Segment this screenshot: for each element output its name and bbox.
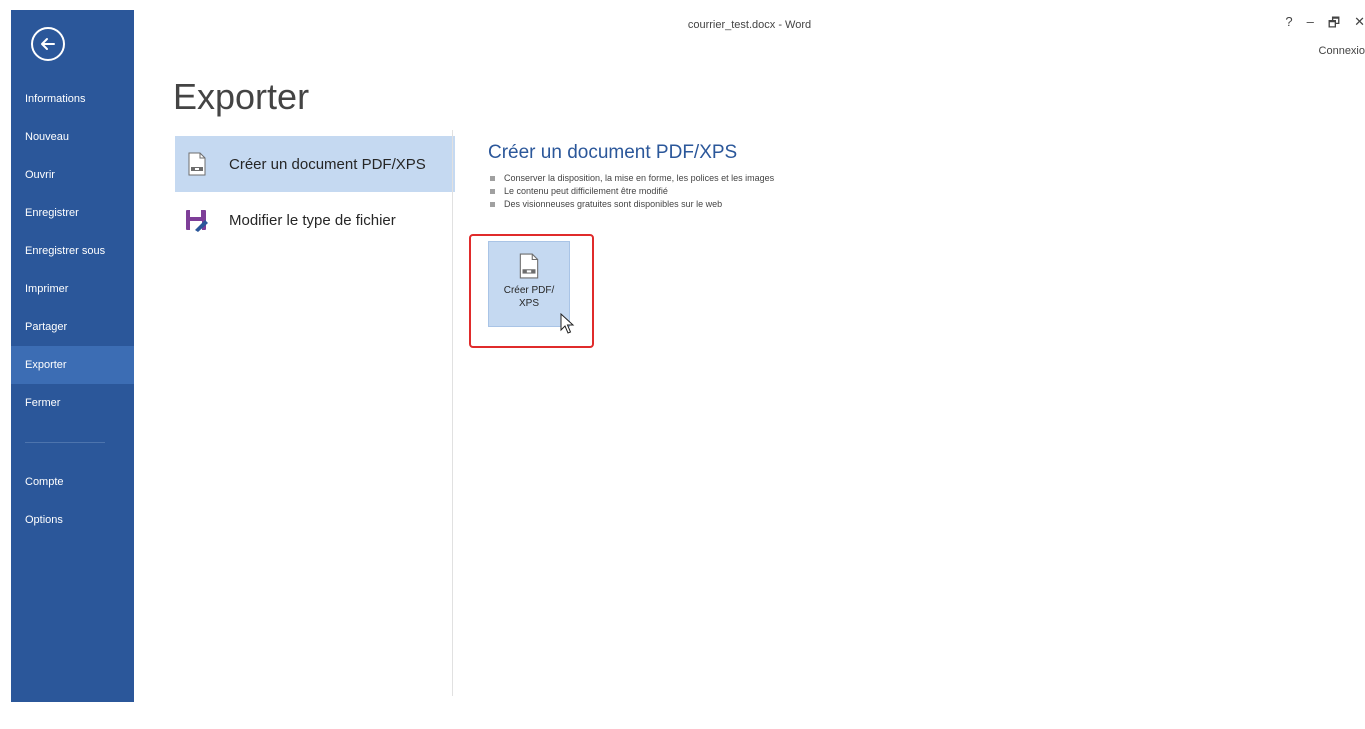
sidebar-item-exporter[interactable]: Exporter — [11, 346, 134, 384]
panel-divider — [452, 130, 453, 696]
option-label: Modifier le type de fichier — [229, 211, 396, 229]
sidebar-item-informations[interactable]: Informations — [11, 80, 134, 118]
export-options-list: Créer un document PDF/XPS Modifier le ty… — [175, 136, 455, 248]
restore-button[interactable]: 🗗 — [1328, 14, 1340, 36]
option-label: Créer un document PDF/XPS — [229, 155, 426, 173]
sidebar-item-partager[interactable]: Partager — [11, 308, 134, 346]
sidebar-item-ouvrir[interactable]: Ouvrir — [11, 156, 134, 194]
window-title: courrier_test.docx - Word — [687, 19, 812, 31]
sidebar-item-nouveau[interactable]: Nouveau — [11, 118, 134, 156]
mouse-pointer-icon — [560, 313, 575, 334]
bullet-item: Conserver la disposition, la mise en for… — [488, 172, 774, 185]
pdf-document-icon — [185, 151, 209, 177]
window-controls: ? – 🗗 ✕ — [1285, 14, 1365, 36]
bullet-item: Des visionneuses gratuites sont disponib… — [488, 198, 774, 211]
pdf-document-icon — [519, 253, 539, 279]
back-button[interactable] — [31, 27, 65, 61]
back-arrow-icon — [41, 38, 55, 50]
create-pdf-xps-button[interactable]: Créer PDF/ XPS — [488, 241, 570, 327]
word-backstage-window: Informations Nouveau Ouvrir Enregistrer … — [11, 10, 1365, 702]
sidebar-nav: Informations Nouveau Ouvrir Enregistrer … — [11, 80, 134, 539]
sidebar-item-enregistrer[interactable]: Enregistrer — [11, 194, 134, 232]
option-change-file-type[interactable]: Modifier le type de fichier — [175, 192, 455, 248]
create-button-label: Créer PDF/ XPS — [503, 285, 555, 309]
sidebar-item-options[interactable]: Options — [11, 501, 134, 539]
change-file-type-icon — [185, 207, 209, 233]
detail-bullets: Conserver la disposition, la mise en for… — [488, 172, 774, 211]
bullet-item: Le contenu peut difficilement être modif… — [488, 185, 774, 198]
sidebar-divider — [25, 442, 105, 443]
sidebar-item-fermer[interactable]: Fermer — [11, 384, 134, 422]
help-button[interactable]: ? — [1285, 14, 1292, 36]
detail-heading: Créer un document PDF/XPS — [488, 142, 738, 163]
detail-panel: Créer un document PDF/XPS Conserver la d… — [488, 142, 774, 211]
page-title: Exporter — [173, 76, 310, 117]
sidebar-item-imprimer[interactable]: Imprimer — [11, 270, 134, 308]
option-create-pdf-xps[interactable]: Créer un document PDF/XPS — [175, 136, 455, 192]
minimize-button[interactable]: – — [1307, 14, 1314, 36]
signin-link[interactable]: Connexio — [1319, 45, 1365, 57]
sidebar-item-compte[interactable]: Compte — [11, 463, 134, 501]
backstage-sidebar: Informations Nouveau Ouvrir Enregistrer … — [11, 10, 134, 702]
sidebar-item-enregistrer-sous[interactable]: Enregistrer sous — [11, 232, 134, 270]
close-button[interactable]: ✕ — [1354, 14, 1365, 36]
title-bar: courrier_test.docx - Word ? – 🗗 ✕ Connex… — [134, 10, 1365, 57]
